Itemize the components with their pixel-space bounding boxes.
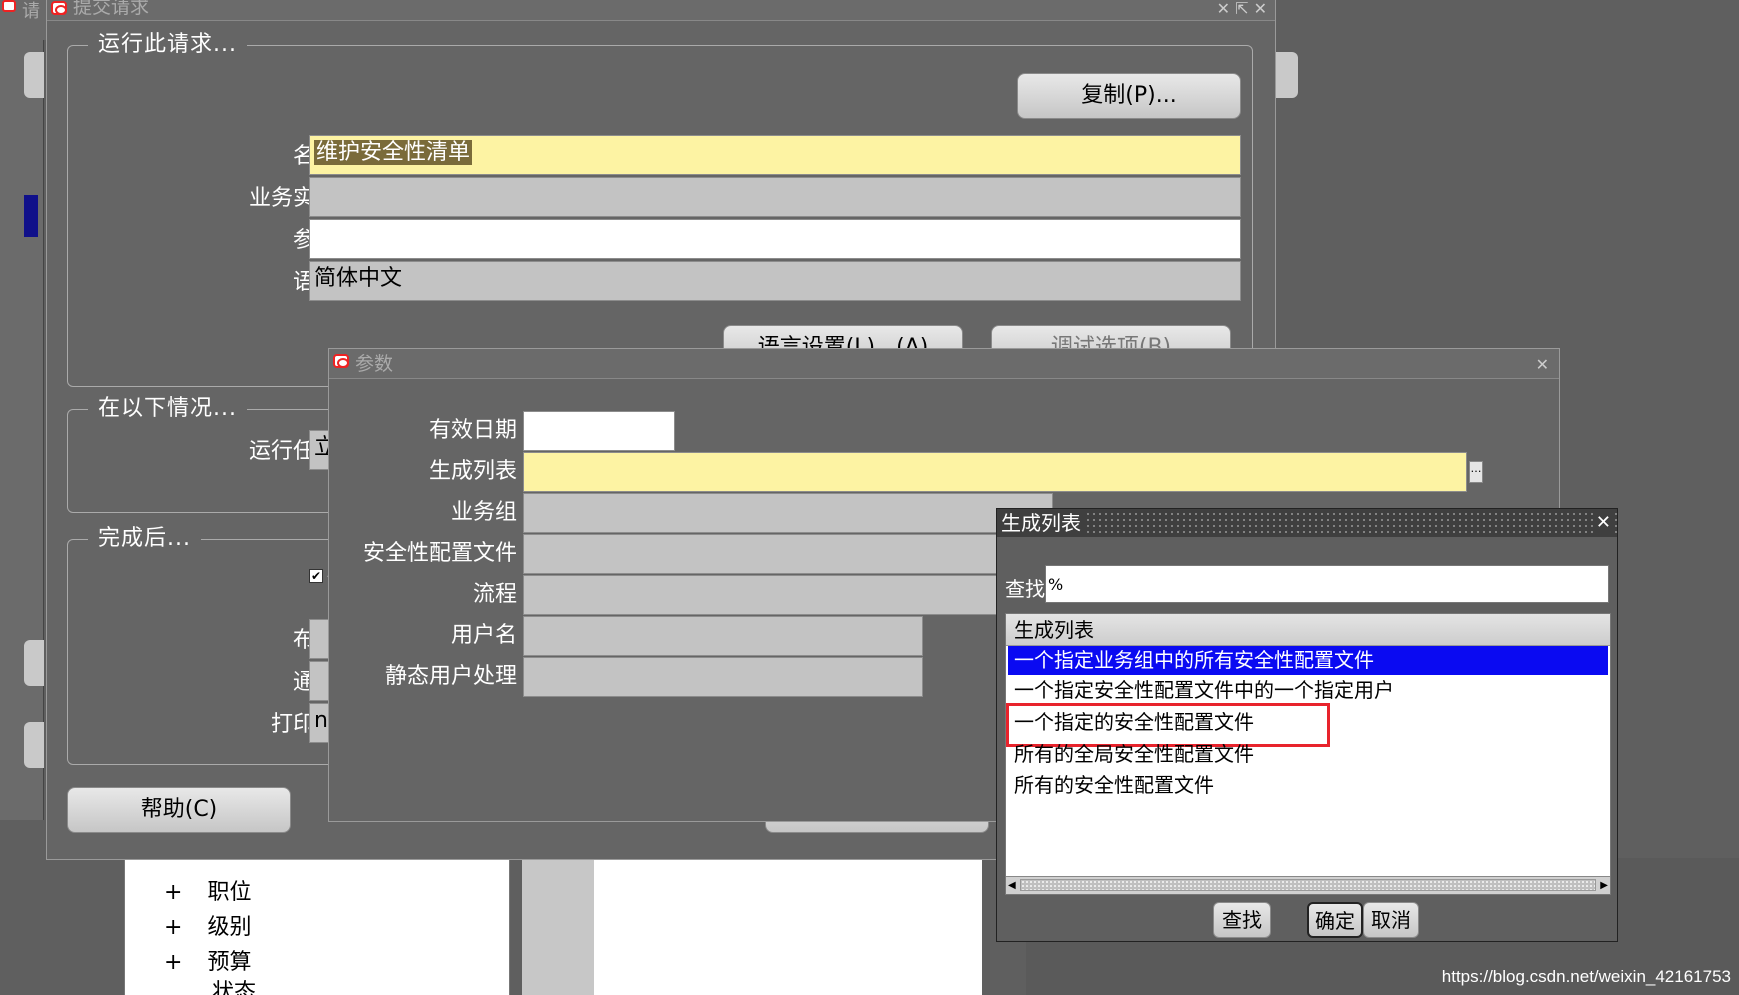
run-request-legend: 运行此请求...	[88, 30, 247, 60]
oracle-icon	[51, 1, 67, 15]
tree-expander[interactable]: +	[164, 915, 182, 940]
submit-request-title: 提交请求	[73, 0, 150, 18]
process-label: 流程	[472, 582, 517, 607]
tree-item[interactable]: + 级别	[164, 909, 251, 941]
generate-list-label: 生成列表	[428, 459, 517, 484]
static-user-field[interactable]	[523, 657, 923, 697]
lov-list: 生成列表 一个指定业务组中的所有安全性配置文件 一个指定安全性配置文件中的一个指…	[1005, 613, 1611, 895]
lov-find-button[interactable]: 查找	[1213, 902, 1271, 938]
tree-partial-label: 状态	[212, 980, 257, 995]
close-icon[interactable]: ✕	[1536, 353, 1549, 377]
tree-item-label: 级别	[207, 915, 252, 940]
tree-item[interactable]: + 职位	[164, 874, 251, 906]
tree-item-label: 职位	[207, 880, 252, 905]
left-stub-button[interactable]	[24, 722, 44, 768]
parameters-field[interactable]	[309, 219, 1241, 259]
lov-column-header[interactable]: 生成列表	[1006, 614, 1610, 646]
oracle-icon	[333, 354, 349, 368]
lov-title: 生成列表	[997, 509, 1087, 537]
parameters-title: 参数	[355, 353, 394, 375]
back-window-title: 请	[22, 1, 40, 22]
lov-find-label: 查找	[1005, 577, 1045, 601]
window-controls-icon[interactable]: ✕ ⇱ ✕	[1217, 0, 1267, 21]
completion-legend: 完成后...	[88, 524, 201, 554]
name-value: 维护安全性清单	[314, 140, 473, 165]
business-group-label: 业务组	[450, 500, 517, 525]
language-field[interactable]: 简体中文	[309, 261, 1241, 301]
left-background-panel	[0, 40, 44, 820]
copy-button[interactable]: 复制(P)...	[1017, 73, 1241, 119]
business-group-field[interactable]	[523, 493, 1053, 533]
effective-date-label: 有效日期	[428, 418, 517, 443]
help-button[interactable]: 帮助(C)	[67, 787, 291, 833]
scroll-left-icon[interactable]: ◀	[1008, 877, 1016, 895]
background-white-panel	[594, 858, 982, 995]
name-field[interactable]: 维护安全性清单	[309, 135, 1241, 175]
left-stub-button[interactable]	[24, 52, 44, 98]
back-window-icon	[2, 0, 16, 12]
process-field[interactable]	[523, 575, 1053, 615]
save-output-checkbox[interactable]: ✔	[309, 569, 323, 583]
scroll-thumb[interactable]	[1020, 879, 1596, 891]
lov-window: 生成列表 ✕ 查找 % 生成列表 一个指定业务组中的所有安全性配置文件 一个指定…	[996, 508, 1618, 942]
tree-item-label: 预算	[207, 950, 252, 975]
schedule-legend: 在以下情况...	[88, 394, 247, 424]
tree-expander[interactable]: +	[164, 950, 182, 975]
lov-titlebar[interactable]: 生成列表 ✕	[997, 509, 1617, 537]
tree-expander[interactable]: +	[164, 880, 182, 905]
lov-list-item[interactable]: 所有的安全性配置文件	[1008, 771, 1608, 800]
parameters-titlebar[interactable]: 参数	[329, 349, 1559, 379]
lov-ok-button[interactable]: 确定	[1307, 902, 1363, 938]
security-profile-field[interactable]	[523, 534, 1053, 574]
lov-find-input[interactable]: %	[1045, 565, 1609, 603]
lov-horizontal-scrollbar[interactable]: ◀ ▶	[1006, 876, 1610, 894]
tree-item[interactable]: + 预算	[164, 944, 251, 976]
user-name-field[interactable]	[523, 616, 923, 656]
left-blue-tab[interactable]	[24, 195, 38, 237]
submit-request-titlebar[interactable]: 提交请求	[47, 0, 1275, 21]
scroll-right-icon[interactable]: ▶	[1600, 877, 1608, 895]
effective-date-field[interactable]	[523, 411, 675, 451]
left-stub-button[interactable]	[24, 640, 44, 686]
watermark-text: https://blog.csdn.net/weixin_42161753	[1441, 967, 1731, 986]
generate-list-field[interactable]	[523, 452, 1467, 492]
background-gray-column	[522, 858, 594, 995]
operating-unit-field[interactable]	[309, 177, 1241, 217]
lov-list-item[interactable]: 一个指定安全性配置文件中的一个指定用户	[1008, 676, 1608, 705]
lov-list-item[interactable]: 所有的全局安全性配置文件	[1008, 740, 1608, 769]
lov-list-item[interactable]: 一个指定业务组中的所有安全性配置文件	[1008, 646, 1608, 675]
static-user-label: 静态用户处理	[384, 664, 517, 689]
close-icon[interactable]: ✕	[1593, 509, 1613, 537]
lov-ellipsis-button[interactable]: …	[1469, 461, 1483, 483]
security-profile-label: 安全性配置文件	[362, 541, 517, 566]
user-name-label: 用户名	[450, 623, 517, 648]
lov-cancel-button[interactable]: 取消	[1363, 902, 1419, 938]
